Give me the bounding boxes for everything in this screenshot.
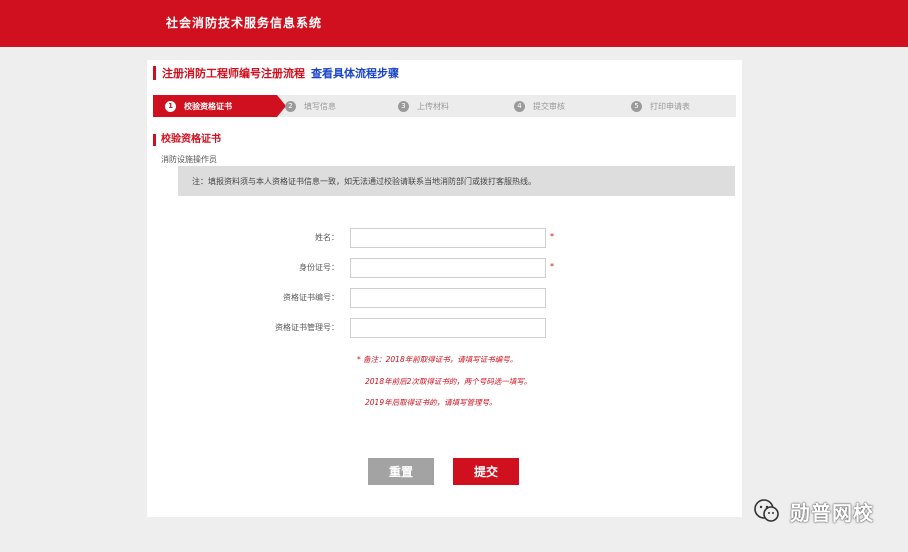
step-label: 打印申请表 bbox=[650, 101, 690, 111]
step-number: 2 bbox=[285, 100, 296, 112]
top-header-bar: 社会消防技术服务信息系统 bbox=[0, 0, 908, 47]
notice-box: 注：填报资料须与本人资格证书信息一致，如无法通过校验请联系当地消防部门或拨打客服… bbox=[178, 166, 735, 196]
tip-line-3: 2019年后取得证书的，请填写管理号。 bbox=[365, 398, 497, 407]
id-number-label: 身份证号： bbox=[299, 263, 339, 272]
step-5-print: 5 打印申请表 bbox=[631, 95, 690, 117]
required-mark: * bbox=[550, 232, 554, 241]
name-label: 姓名： bbox=[315, 233, 339, 242]
tip-line-1: * 备注：2018年前取得证书，请填写证书编号。 bbox=[357, 355, 518, 364]
step-4-submit-review: 4 提交审核 bbox=[514, 95, 565, 117]
site-title: 社会消防技术服务信息系统 bbox=[166, 16, 323, 30]
page-heading: 注册消防工程师编号注册流程 查看具体流程步骤 bbox=[153, 66, 399, 80]
step-number: 4 bbox=[514, 100, 525, 112]
progress-steps: 1 校验资格证书 2 填写信息 3 上传材料 4 提交审核 5 打印申请表 bbox=[153, 95, 736, 117]
notice-text: 注：填报资料须与本人资格证书信息一致，如无法通过校验请联系当地消防部门或拨打客服… bbox=[192, 176, 536, 186]
step-2-fill-info: 2 填写信息 bbox=[285, 95, 336, 117]
reset-button[interactable]: 重置 bbox=[368, 458, 434, 485]
view-steps-link[interactable]: 查看具体流程步骤 bbox=[311, 65, 399, 81]
step-label: 提交审核 bbox=[533, 101, 565, 111]
certificate-number-field[interactable] bbox=[350, 288, 546, 308]
step-label: 上传材料 bbox=[417, 101, 449, 111]
main-panel: 注册消防工程师编号注册流程 查看具体流程步骤 1 校验资格证书 2 填写信息 3… bbox=[147, 60, 742, 517]
id-number-field[interactable] bbox=[350, 258, 546, 278]
watermark-text: 勋普网校 bbox=[790, 500, 874, 525]
submit-button[interactable]: 提交 bbox=[453, 458, 519, 485]
step-3-upload: 3 上传材料 bbox=[398, 95, 449, 117]
step-1-verify-certificate: 1 校验资格证书 bbox=[153, 95, 277, 117]
section-title: 校验资格证书 bbox=[153, 134, 221, 146]
certificate-management-number-label: 资格证书管理号： bbox=[275, 323, 339, 332]
step-number: 5 bbox=[631, 100, 642, 112]
step-number: 1 bbox=[165, 100, 176, 112]
page-title: 注册消防工程师编号注册流程 bbox=[162, 67, 305, 80]
step-number: 3 bbox=[398, 100, 409, 112]
tip-line-2: 2018年前后2次取得证书的，两个号码选一填写。 bbox=[365, 377, 532, 386]
certificate-management-number-field[interactable] bbox=[350, 318, 546, 338]
step-label: 校验资格证书 bbox=[184, 101, 232, 111]
certificate-number-label: 资格证书编号： bbox=[283, 293, 339, 302]
wechat-icon bbox=[754, 499, 779, 522]
required-mark: * bbox=[550, 262, 554, 271]
section-subtitle: 消防设施操作员 bbox=[161, 155, 217, 164]
step-label: 填写信息 bbox=[304, 101, 336, 111]
watermark: 勋普网校 bbox=[752, 496, 874, 526]
name-field[interactable] bbox=[350, 228, 546, 248]
